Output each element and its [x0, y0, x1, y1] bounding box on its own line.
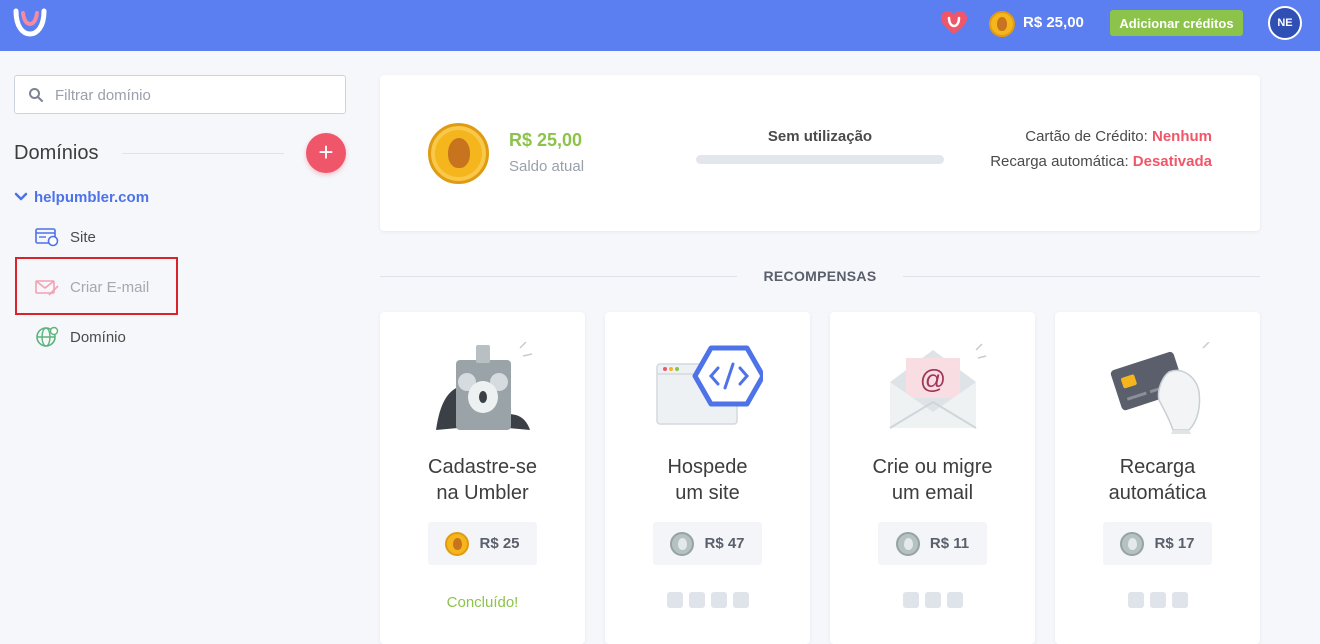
auto-recharge-status: Recarga automática: Desativada — [990, 153, 1212, 170]
reward-progress — [830, 592, 1035, 608]
auto-recharge-value[interactable]: Desativada — [1133, 153, 1212, 170]
sidebar-item-domain[interactable]: Domínio — [34, 325, 126, 349]
id-badge-illustration-icon — [436, 342, 533, 430]
progress-step — [732, 592, 749, 608]
search-icon — [29, 88, 43, 102]
progress-step — [924, 592, 941, 608]
reward-title: Cadastre-se na Umbler — [428, 456, 537, 504]
credit-card-illustration-icon — [1110, 342, 1210, 434]
reward-card-email[interactable]: @ Crie ou migre um email R$ 11 — [830, 312, 1035, 644]
progress-step — [902, 592, 919, 608]
rewards-title: RECOMPENSAS — [763, 268, 877, 284]
sidebar-item-label: Domínio — [70, 328, 126, 346]
reward-title: Crie ou migre um email — [872, 456, 993, 504]
reward-card-host-site[interactable]: Hospede um site R$ 47 — [605, 312, 810, 644]
site-icon — [35, 228, 59, 247]
progress-step — [946, 592, 963, 608]
coin-icon — [445, 531, 470, 556]
credit-card-label: Cartão de Crédito: — [1025, 128, 1148, 145]
globe-icon — [36, 326, 59, 347]
reward-title: Recarga automática — [1108, 456, 1207, 504]
coin-icon — [895, 531, 920, 556]
progress-step — [666, 592, 683, 608]
balance-label: Saldo atual — [509, 158, 585, 175]
umbler-logo-icon[interactable] — [12, 7, 48, 37]
reward-value: R$ 25 — [428, 522, 537, 565]
reward-status: Concluído! — [446, 594, 519, 611]
usage-bar — [696, 155, 944, 164]
usage-label: Sem utilização — [767, 128, 873, 145]
divider — [903, 276, 1260, 277]
sidebar-item-label: Site — [70, 228, 96, 246]
code-window-illustration-icon — [656, 345, 763, 425]
sidebar-item-site[interactable]: Site — [34, 225, 96, 249]
avatar[interactable]: NE — [1268, 6, 1302, 40]
domains-title: Domínios — [14, 142, 99, 164]
progress-step — [710, 592, 727, 608]
balance-amount: R$ 25,00 — [509, 130, 583, 150]
credit-card-value[interactable]: Nenhum — [1152, 128, 1212, 145]
reward-progress — [605, 592, 810, 608]
reward-title: Hospede um site — [667, 456, 748, 504]
credit-card-status: Cartão de Crédito: Nenhum — [1025, 128, 1212, 145]
envelope-illustration-icon: @ — [889, 343, 987, 429]
filter-domain-input[interactable] — [55, 84, 335, 106]
reward-value: R$ 17 — [1103, 522, 1212, 565]
add-credits-button[interactable]: Adicionar créditos — [1110, 10, 1243, 36]
reward-value: R$ 47 — [653, 522, 762, 565]
reward-value: R$ 11 — [878, 522, 987, 565]
progress-step — [688, 592, 705, 608]
coin-icon — [1120, 531, 1145, 556]
coin-icon — [428, 123, 489, 184]
progress-step — [1149, 592, 1166, 608]
top-bar: R$ 25,00 Adicionar créditos NE — [0, 0, 1320, 51]
auto-recharge-label: Recarga automática: — [990, 153, 1129, 170]
heart-icon[interactable] — [940, 10, 968, 36]
progress-step — [1171, 592, 1188, 608]
progress-step — [1127, 592, 1144, 608]
coin-icon — [989, 11, 1015, 37]
reward-card-signup[interactable]: Cadastre-se na Umbler R$ 25 Concluído! — [380, 312, 585, 644]
top-balance: R$ 25,00 — [1023, 14, 1084, 31]
add-domain-button[interactable]: + — [306, 133, 346, 173]
reward-progress — [1055, 592, 1260, 608]
selection-highlight — [15, 257, 178, 315]
chevron-down-icon — [14, 192, 28, 201]
filter-domain-field[interactable] — [14, 75, 346, 114]
divider — [380, 276, 737, 277]
domain-name: helpumbler.com — [34, 188, 150, 206]
reward-card-auto-recharge[interactable]: Recarga automática R$ 17 — [1055, 312, 1260, 644]
divider — [122, 153, 284, 154]
svg-text:@: @ — [920, 364, 946, 394]
domain-toggle[interactable]: helpumbler.com — [14, 187, 149, 207]
coin-icon — [670, 531, 695, 556]
